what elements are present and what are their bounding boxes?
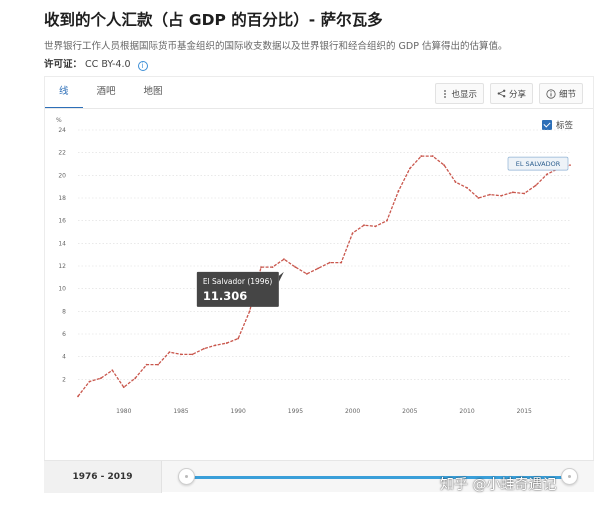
y-tick-label: 16 bbox=[58, 218, 66, 225]
data-point bbox=[305, 272, 308, 275]
data-point bbox=[523, 192, 526, 195]
tab-line[interactable]: 线 bbox=[45, 77, 83, 109]
data-point bbox=[294, 266, 297, 269]
x-tick-label: 1990 bbox=[231, 408, 246, 415]
data-point bbox=[180, 353, 182, 356]
hover-tooltip: El Salvador (1996) 11.306 bbox=[196, 271, 284, 307]
chart-type-tabs: 线 酒吧 地图 bbox=[45, 77, 177, 109]
data-point bbox=[374, 225, 377, 228]
details-button[interactable]: 细节 bbox=[538, 83, 583, 104]
tab-map[interactable]: 地图 bbox=[130, 77, 177, 109]
tooltip-pointer bbox=[278, 271, 284, 282]
also-show-button[interactable]: 也显示 bbox=[435, 83, 484, 104]
data-point bbox=[408, 167, 411, 170]
data-point bbox=[454, 181, 457, 184]
y-tick-label: 6 bbox=[62, 331, 66, 338]
data-point bbox=[214, 344, 217, 347]
y-tick-label: 2 bbox=[62, 376, 66, 383]
data-point bbox=[202, 347, 205, 350]
x-tick-label: 1995 bbox=[288, 408, 303, 415]
share-button[interactable]: 分享 bbox=[489, 83, 533, 104]
x-tick-label: 2010 bbox=[459, 408, 474, 415]
data-point bbox=[466, 186, 468, 189]
data-point bbox=[500, 194, 503, 197]
year-range-label: 1976 - 2019 bbox=[44, 461, 162, 493]
data-point bbox=[443, 164, 446, 167]
slider-end-handle[interactable] bbox=[561, 468, 578, 485]
share-icon bbox=[497, 89, 506, 98]
also-show-label: 也显示 bbox=[451, 89, 477, 100]
y-tick-label: 18 bbox=[58, 195, 66, 202]
data-point bbox=[328, 261, 331, 264]
line-chart[interactable]: %246810121416182022241980 1985 1990 1995 200… bbox=[44, 112, 584, 422]
data-point bbox=[397, 190, 400, 193]
license-info: 许可证： CC BY-4.0 i bbox=[44, 56, 148, 71]
x-tick-label: 2005 bbox=[402, 408, 417, 415]
y-tick-label: 24 bbox=[58, 127, 66, 134]
chart-toolbar: 也显示 分享 细节 bbox=[435, 83, 583, 104]
data-point bbox=[489, 193, 491, 196]
tab-divider bbox=[45, 108, 593, 109]
data-point bbox=[363, 224, 365, 227]
data-point bbox=[248, 310, 251, 313]
x-tick-label: 1985 bbox=[173, 408, 188, 415]
data-point bbox=[511, 191, 514, 194]
data-point bbox=[477, 197, 480, 199]
share-label: 分享 bbox=[508, 89, 526, 100]
data-point bbox=[340, 261, 343, 264]
data-point bbox=[237, 337, 240, 340]
slider-start-handle[interactable] bbox=[178, 468, 195, 485]
data-point bbox=[351, 232, 354, 235]
data-point bbox=[122, 386, 125, 389]
y-tick-label: 14 bbox=[58, 240, 66, 247]
data-point bbox=[569, 164, 571, 167]
data-point bbox=[191, 353, 194, 356]
tooltip-label: El Salvador (1996) bbox=[203, 277, 273, 286]
series-label: EL SALVADOR bbox=[516, 160, 561, 168]
data-point bbox=[386, 219, 388, 222]
data-point bbox=[420, 155, 423, 157]
data-point bbox=[157, 363, 159, 366]
y-tick-label: 8 bbox=[62, 308, 66, 315]
x-tick-label: 2015 bbox=[517, 408, 532, 415]
data-point bbox=[534, 184, 537, 187]
y-tick-label: 12 bbox=[58, 263, 66, 270]
more-options-icon bbox=[442, 89, 448, 99]
data-point bbox=[317, 267, 320, 270]
indicator-description: 世界银行工作人员根据国际货币基金组织的国际收支数据以及世界银行和经合组织的 GD… bbox=[44, 41, 508, 52]
data-point bbox=[168, 351, 171, 354]
data-point bbox=[77, 395, 79, 398]
data-point bbox=[546, 173, 549, 176]
license-value[interactable]: CC BY-4.0 bbox=[85, 59, 131, 70]
data-point bbox=[431, 155, 434, 157]
y-tick-label: 20 bbox=[58, 172, 66, 179]
y-axis-unit-label: % bbox=[56, 117, 62, 124]
series-line bbox=[77, 155, 571, 397]
data-point bbox=[260, 266, 262, 269]
tab-bar[interactable]: 酒吧 bbox=[83, 77, 130, 109]
data-point bbox=[271, 266, 274, 269]
data-point bbox=[111, 369, 114, 372]
license-label: 许可证： bbox=[44, 59, 83, 70]
y-tick-label: 22 bbox=[58, 150, 66, 157]
data-point bbox=[88, 380, 91, 383]
info-circle-icon bbox=[546, 88, 556, 99]
data-point bbox=[283, 258, 285, 261]
y-tick-label: 4 bbox=[62, 354, 66, 361]
info-icon[interactable]: i bbox=[137, 61, 148, 71]
data-point bbox=[134, 377, 137, 380]
data-point bbox=[145, 363, 148, 366]
tooltip-value: 11.306 bbox=[203, 289, 247, 303]
page-title: 收到的个人汇款（占 GDP 的百分比）- 萨尔瓦多 bbox=[44, 11, 383, 29]
data-point bbox=[99, 377, 102, 380]
data-point bbox=[225, 342, 228, 344]
y-tick-label: 10 bbox=[58, 286, 66, 293]
x-tick-label: 2000 bbox=[345, 408, 360, 415]
watermark: 知乎 @小蛙奇遇记 bbox=[440, 477, 557, 493]
details-label: 细节 bbox=[558, 89, 576, 100]
x-tick-label: 1980 bbox=[116, 408, 131, 415]
